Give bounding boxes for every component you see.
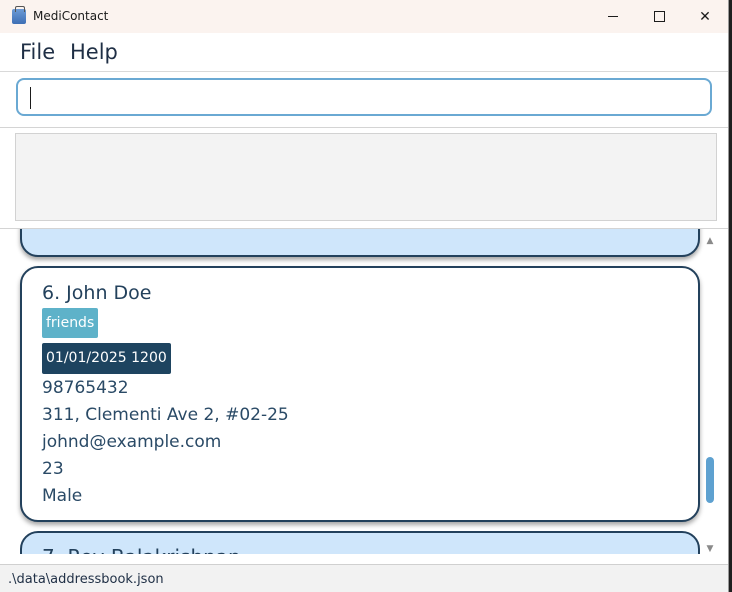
person-name: 6. John Doe [42,282,152,304]
person-name-next: 7. Roy Balakrishnan [42,545,241,554]
command-input[interactable] [16,78,712,116]
person-card-previous[interactable] [20,229,700,257]
result-display[interactable] [15,133,717,221]
status-bar: .\data\addressbook.json [0,564,728,592]
status-file-path: .\data\addressbook.json [8,572,164,587]
command-box-container [0,72,728,128]
person-card-next[interactable]: 7. Roy Balakrishnan [20,531,700,554]
person-list[interactable]: 6. John Doe friends 01/01/2025 1200 9876… [0,229,728,554]
person-gender: Male [42,486,83,506]
tag-badge: friends [42,308,99,338]
person-card-selected[interactable]: 6. John Doe friends 01/01/2025 1200 9876… [20,266,700,522]
text-caret [30,87,31,109]
menu-bar: File Help [0,33,728,72]
list-scrollbar[interactable]: ▲ ▼ [702,237,718,554]
app-logo-icon [12,6,26,24]
title-bar[interactable]: MediContact ✕ [0,0,728,33]
scroll-up-icon[interactable]: ▲ [705,237,715,246]
maximize-icon [653,11,665,22]
minimize-icon [608,16,618,17]
close-icon: ✕ [699,8,711,25]
appointment-badge: 01/01/2025 1200 [42,343,171,374]
minimize-button[interactable] [590,0,636,33]
person-phone: 98765432 [42,378,129,398]
menu-file[interactable]: File [20,40,55,64]
app-window: MediContact ✕ File Help 6. John Doe frie… [0,0,729,592]
person-email: johnd@example.com [42,432,222,452]
close-button[interactable]: ✕ [682,0,728,33]
result-display-container [0,128,728,229]
person-age: 23 [42,459,64,479]
scroll-thumb[interactable] [706,457,714,503]
window-title: MediContact [33,9,109,23]
menu-help[interactable]: Help [70,40,118,64]
maximize-button[interactable] [636,0,682,33]
person-address: 311, Clementi Ave 2, #02-25 [42,405,289,425]
scroll-down-icon[interactable]: ▼ [705,545,715,554]
